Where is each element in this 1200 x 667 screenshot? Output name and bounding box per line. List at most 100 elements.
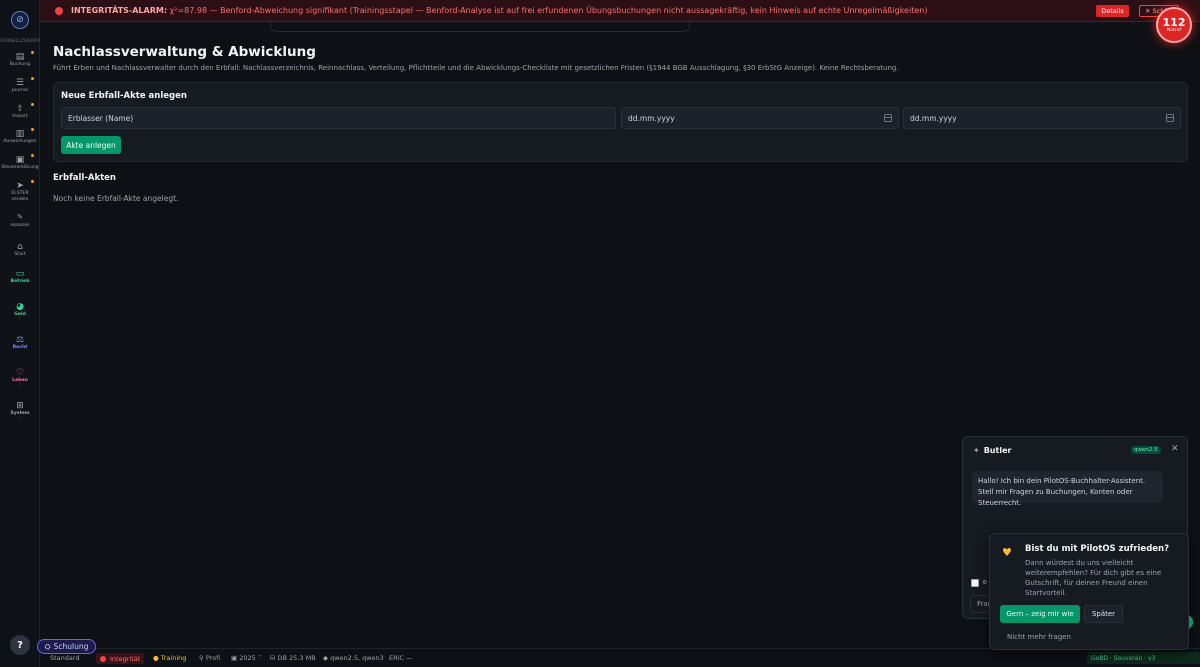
piggy-bank-icon: ◕ — [16, 302, 24, 312]
alarm-details-button[interactable]: Details — [1096, 5, 1129, 17]
sidebar-item-label: Import — [12, 114, 28, 119]
upload-icon: ⇧ — [16, 104, 24, 114]
schulung-label: Schulung — [53, 642, 89, 651]
alarm-text: χ²=87.98 — Benford-Abweichung signifikan… — [169, 6, 928, 15]
status-eric: ERiC — — [389, 654, 413, 662]
grid-icon: ⊞ — [16, 401, 24, 411]
document-icon: ▤ — [15, 52, 25, 62]
heart-icon: ♡ — [15, 368, 25, 378]
butler-checkbox-icon: ⚙ — [982, 579, 988, 586]
status-db: ⛁ DB 25.3 MB — [270, 654, 316, 662]
new-case-card: Neue Erbfall-Akte anlegen Erblasser (Nam… — [53, 82, 1188, 162]
sidebar-star-icon — [31, 77, 34, 80]
page-description: Führt Erben und Nachlassverwalter durch … — [53, 64, 899, 72]
status-year[interactable]: ▣ 2025 ˅ — [231, 654, 261, 662]
status-mode[interactable]: Standard — [50, 654, 80, 662]
alarm-title: INTEGRITÄTS-ALARM: — [71, 6, 168, 15]
sidebar-item-elster[interactable]: ➤ ELSTER senden — [0, 180, 40, 203]
status-training[interactable]: ● Training — [153, 654, 186, 662]
survey-yes-button[interactable]: Gern – zeig mir wie — [1000, 605, 1080, 623]
butler-checkbox[interactable] — [971, 579, 979, 587]
sidebar: ⊘ SCHNELLZUGRIFF ▤ Buchung ☰ Journal ⇧ I… — [0, 0, 40, 667]
alarm-message: INTEGRITÄTS-ALARM: χ²=87.98 — Benford-Ab… — [71, 6, 927, 15]
top-search-frame — [270, 22, 690, 32]
status-models: ◆ qwen2.5, qwen3 — [323, 654, 384, 662]
list-icon: ☰ — [15, 78, 25, 88]
erblasser-name-input[interactable]: Erblasser (Name) — [61, 107, 616, 129]
sidebar-header: SCHNELLZUGRIFF — [0, 39, 41, 44]
survey-popup: ♥ Bist du mit PilotOS zufrieden? Dann wü… — [989, 533, 1189, 650]
butler-title: Butler — [983, 446, 1012, 455]
status-profil[interactable]: ⚲ Profi — [199, 654, 220, 662]
integrity-alarm-bar: INTEGRITÄTS-ALARM: χ²=87.98 — Benford-Ab… — [0, 0, 1200, 22]
home-icon: ⌂ — [17, 242, 23, 252]
sidebar-item-label: anpassen — [10, 222, 30, 227]
sidebar-item-label: Journal — [12, 88, 28, 93]
sidebar-item-auswertungen[interactable]: ▥ Auswertungen — [0, 128, 40, 145]
sidebar-item-label: Auswertungen — [3, 139, 37, 144]
sidebar-section-geld[interactable]: ◕ Geld ˅ — [0, 302, 40, 322]
date-input-1-placeholder: dd.mm.yyyy — [628, 113, 675, 123]
chevron-down-icon: ˅ — [19, 317, 21, 322]
butler-header: ✦ Butler — [973, 446, 1011, 455]
sidebar-section-leben[interactable]: ♡ Leben ˅ — [0, 368, 40, 388]
sidebar-section-betrieb[interactable]: ▭ Betrieb — [0, 269, 40, 285]
notruf-button[interactable]: 112 Notruf — [1156, 7, 1192, 43]
calendar-icon[interactable] — [884, 114, 892, 122]
survey-never-button[interactable]: Nicht mehr fragen — [1007, 633, 1071, 641]
sidebar-section-label: Betrieb — [10, 279, 30, 284]
survey-later-button[interactable]: Später — [1084, 605, 1123, 623]
sidebar-item-steuererklaerung[interactable]: ▣ Steuererklärung — [0, 154, 40, 171]
status-profil-label: Profi — [205, 654, 221, 662]
schulung-button[interactable]: ⛭ Schulung — [37, 639, 96, 654]
sidebar-item-journal[interactable]: ☰ Journal — [0, 77, 40, 94]
status-db-label: DB 25.3 MB — [277, 654, 316, 662]
date-input-2-placeholder: dd.mm.yyyy — [910, 113, 957, 123]
status-bar: Standard Integrität ● Training ⚲ Profi ▣… — [40, 648, 1200, 667]
create-case-button[interactable]: Akte anlegen — [61, 136, 121, 154]
help-button[interactable]: ? — [10, 635, 30, 655]
status-integrity[interactable]: Integrität — [96, 653, 145, 664]
date-input-2[interactable]: dd.mm.yyyy — [903, 107, 1181, 129]
sidebar-star-icon — [31, 180, 34, 183]
sidebar-item-buchung[interactable]: ▤ Buchung — [0, 51, 40, 68]
integrity-dot-icon — [100, 655, 106, 662]
sidebar-item-import[interactable]: ⇧ Import — [0, 103, 40, 120]
notruf-number: 112 — [1162, 15, 1186, 29]
sidebar-section-system[interactable]: ⊞ System ˅ — [0, 401, 40, 421]
sidebar-star-icon — [31, 128, 34, 131]
butler-model-badge: qwen2.5 — [1131, 446, 1161, 454]
close-icon[interactable]: ✕ — [1171, 444, 1179, 454]
scales-icon: ⚖ — [15, 335, 25, 345]
survey-title: Bist du mit PilotOS zufrieden? — [1025, 544, 1170, 554]
status-year-label: 2025 — [239, 654, 256, 662]
form-icon: ▣ — [15, 155, 25, 165]
sidebar-section-label: Recht — [12, 345, 28, 350]
pencil-icon: ✎ — [17, 213, 23, 221]
sparkle-icon: ✦ — [973, 446, 980, 455]
survey-body: Dann würdest du uns vielleicht weiteremp… — [1025, 559, 1162, 597]
date-input-1[interactable]: dd.mm.yyyy — [621, 107, 899, 129]
butler-greeting: Hallo! Ich bin dein PilotOS-Buchhalter-A… — [972, 471, 1163, 507]
sidebar-item-label: Steuererklärung — [1, 165, 39, 170]
page-title: Nachlassverwaltung & Abwicklung — [53, 44, 316, 60]
alarm-dot-icon — [55, 6, 63, 15]
chevron-down-icon: ˅ — [19, 383, 21, 388]
status-integrity-label: Integrität — [110, 654, 141, 663]
case-list-title: Erbfall-Akten — [53, 173, 116, 183]
status-version: GoBD · Souverän · v3 — [1087, 652, 1200, 664]
sidebar-star-icon — [31, 103, 34, 106]
sidebar-section-recht[interactable]: ⚖ Recht — [0, 335, 40, 351]
new-case-title: Neue Erbfall-Akte anlegen — [61, 91, 187, 101]
sidebar-star-icon — [31, 154, 34, 157]
graduation-icon: ⛭ — [44, 641, 51, 651]
sidebar-item-label: ELSTER senden — [11, 191, 29, 202]
calendar-icon[interactable] — [1166, 114, 1174, 122]
sidebar-item-anpassen[interactable]: ✎ anpassen — [0, 212, 40, 228]
status-models-label: qwen2.5, qwen3 — [330, 654, 384, 662]
sidebar-section-label: Start — [14, 252, 26, 257]
sidebar-section-start[interactable]: ⌂ Start — [0, 242, 40, 258]
notruf-label: Notruf — [1166, 27, 1182, 33]
app-logo-icon[interactable]: ⊘ — [11, 11, 29, 29]
status-training-label: Training — [160, 654, 187, 662]
